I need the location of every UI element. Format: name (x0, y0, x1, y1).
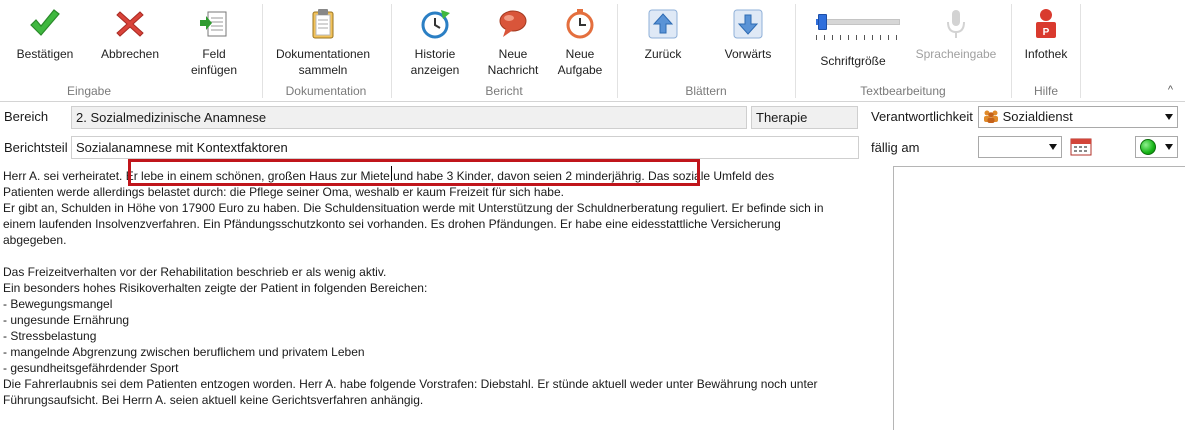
microphone-icon (947, 10, 965, 38)
slider-track (816, 19, 900, 25)
chevron-down-icon[interactable] (1165, 144, 1173, 150)
font-size-label: Schriftgröße (820, 54, 886, 68)
info-person-icon: P (1036, 9, 1056, 38)
report-line: Er gibt an, Schulden in Höhe von 17900 E… (3, 201, 824, 215)
bereich-field[interactable]: 2. Sozialmedizinische Anamnese (71, 106, 747, 129)
text-cursor (391, 166, 392, 181)
history-icon (421, 10, 450, 39)
collapse-ribbon-icon[interactable]: ^ (1168, 84, 1173, 96)
status-light-icon (1140, 139, 1156, 155)
close-icon (116, 11, 144, 37)
confirm-button[interactable]: Bestätigen (8, 6, 82, 62)
verantwortlichkeit-select[interactable]: Sozialdienst (978, 106, 1178, 128)
forward-label: Vorwärts (724, 47, 772, 61)
report-line: - mangelnde Abgrenzung zwischen beruflic… (3, 345, 365, 359)
font-size-button[interactable]: Schriftgröße (810, 49, 896, 69)
group-label-bericht: Bericht (485, 84, 523, 98)
group-label-eingabe: Eingabe (66, 84, 112, 98)
group-dokumentation: Dokumentationen sammeln Dokumentation (263, 0, 370, 102)
checkmark-icon (30, 9, 60, 36)
report-line: - Stressbelastung (3, 329, 97, 343)
verantwortlichkeit-value: Sozialdienst (1002, 109, 1073, 124)
berichtsteil-label: Berichtsteil (4, 140, 68, 155)
clipboard-icon (312, 9, 334, 39)
calendar-icon[interactable] (1070, 136, 1092, 156)
faellig-label: fällig am (871, 140, 920, 155)
report-line: - gesundheitsgefährdender Sport (3, 361, 179, 375)
separator (1080, 4, 1081, 98)
group-hilfe: P Infothek Hilfe (1012, 0, 1080, 102)
report-line: Patienten werde allerdings belastet durc… (3, 185, 564, 199)
due-date-select[interactable] (978, 136, 1062, 158)
infothek-button[interactable]: P Infothek (1016, 6, 1076, 62)
report-line: Ein besonders hohes Risikoverhalten zeig… (3, 281, 428, 295)
report-line: Die Fahrerlaubnis sei dem Patienten entz… (3, 377, 818, 391)
report-line: Führungsaufsicht. Bei Herrn A. seien akt… (3, 393, 424, 407)
chevron-down-icon[interactable] (1165, 114, 1173, 120)
arrow-up-icon (648, 9, 678, 39)
group-label-hilfe: Hilfe (1033, 84, 1058, 98)
berichtsteil-field[interactable]: Sozialanamnese mit Kontextfaktoren (71, 136, 859, 159)
speech-bubble-icon (499, 10, 527, 37)
cancel-label: Abbrechen (100, 47, 160, 61)
verantwortlichkeit-label: Verantwortlichkeit (871, 109, 973, 124)
report-line: - ungesunde Ernährung (3, 313, 130, 327)
show-history-button[interactable]: Historie anzeigen (402, 6, 468, 78)
arrow-down-icon (733, 9, 763, 39)
new-message-button[interactable]: Neue Nachricht (478, 6, 548, 78)
people-group-icon (984, 110, 998, 123)
infothek-label: Infothek (1024, 47, 1068, 61)
show-history-label: Historie anzeigen (410, 47, 460, 77)
new-message-label: Neue Nachricht (487, 47, 539, 77)
cancel-button[interactable]: Abbrechen (94, 6, 166, 62)
slider-thumb[interactable] (818, 14, 828, 30)
report-line (3, 248, 890, 264)
slider-ticks (816, 35, 900, 40)
ribbon-toolbar: Bestätigen Abbrechen Eingabe Feld einfüg… (0, 0, 1185, 102)
forward-button[interactable]: Vorwärts (714, 6, 782, 62)
report-line: einem laufenden Insolvenzverfahren. Ein … (3, 217, 781, 231)
report-text-editor[interactable]: Herr A. sei verheiratet. Er lebe in eine… (0, 166, 893, 430)
insert-field-icon (200, 11, 227, 37)
chevron-down-icon[interactable] (1049, 144, 1057, 150)
report-line: Das Freizeitverhalten vor der Rehabilita… (3, 265, 387, 279)
back-label: Zurück (644, 47, 682, 61)
status-select[interactable] (1135, 136, 1178, 158)
new-task-button[interactable]: Neue Aufgabe (550, 6, 610, 78)
bereich-label: Bereich (4, 109, 49, 124)
group-bericht: Historie anzeigen Neue Nachricht Neue Au… (392, 0, 616, 102)
svg-text:P: P (1043, 27, 1050, 38)
therapie-field[interactable]: Therapie (751, 106, 858, 129)
font-size-slider[interactable] (814, 14, 900, 44)
new-task-label: Neue Aufgabe (557, 47, 603, 77)
speech-input-button[interactable]: Spracheingabe (906, 6, 1006, 62)
report-line: Herr A. sei verheiratet. Er lebe in eine… (3, 169, 775, 183)
group-label-blaettern: Blättern (685, 84, 727, 98)
collect-docs-button[interactable]: Dokumentationen sammeln (267, 6, 379, 78)
back-button[interactable]: Zurück (632, 6, 694, 62)
side-panel (893, 166, 1185, 430)
insert-field-button[interactable]: Feld einfügen (182, 6, 246, 78)
report-line: - Bewegungsmangel (3, 297, 113, 311)
group-label-dokumentation: Dokumentation (285, 84, 367, 98)
task-timer-icon (566, 9, 594, 39)
confirm-label: Bestätigen (16, 47, 74, 61)
insert-field-label: Feld einfügen (190, 47, 238, 77)
group-blaettern: Zurück Vorwärts Blättern (618, 0, 794, 102)
collect-docs-label: Dokumentationen sammeln (275, 47, 371, 77)
report-line: abgegeben. (3, 233, 67, 247)
group-label-textbearbeitung: Textbearbeitung (860, 84, 946, 98)
speech-input-label: Spracheingabe (915, 47, 997, 61)
group-eingabe: Bestätigen Abbrechen Eingabe (0, 0, 178, 102)
